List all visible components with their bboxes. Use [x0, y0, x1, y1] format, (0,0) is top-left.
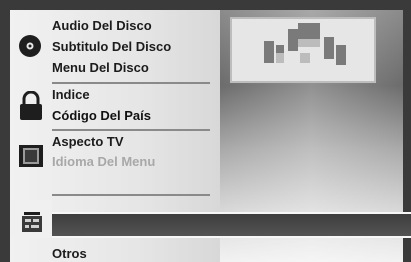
code-block — [276, 53, 284, 63]
disc-icon — [18, 34, 42, 58]
settings-panel-icon — [22, 212, 42, 234]
code-block — [288, 29, 298, 51]
menu-divider — [52, 194, 210, 196]
code-block — [324, 37, 334, 59]
country-code-preview — [230, 17, 376, 83]
osd-screen: Audio Del Disco Subtitulo Del Disco Menu… — [0, 0, 411, 262]
code-block — [264, 41, 274, 63]
tv-screen-icon — [19, 145, 43, 167]
code-block — [298, 23, 320, 39]
code-block — [298, 39, 320, 47]
menu-item-menu-del-disco[interactable]: Menu Del Disco — [52, 60, 149, 76]
menu-item-audio-del-disco[interactable]: Audio Del Disco — [52, 18, 152, 34]
menu-item-otros[interactable]: Otros — [52, 246, 87, 262]
country-code-graphic — [264, 23, 346, 65]
code-block — [336, 45, 346, 65]
code-block — [300, 53, 310, 63]
code-block — [276, 45, 284, 53]
other-settings-tab[interactable] — [10, 200, 52, 238]
menu-item-aspecto-tv[interactable]: Aspecto TV — [52, 134, 124, 150]
selection-bar — [52, 212, 411, 238]
lock-icon — [19, 90, 43, 121]
menu-divider — [52, 129, 210, 131]
menu-item-codigo-del-pais[interactable]: Código Del País — [52, 108, 151, 124]
menu-item-indice[interactable]: Indice — [52, 87, 90, 103]
menu-item-idioma-del-menu: Idioma Del Menu — [52, 154, 156, 169]
menu-divider — [52, 82, 210, 84]
menu-item-subtitulo-del-disco[interactable]: Subtitulo Del Disco — [52, 39, 171, 55]
